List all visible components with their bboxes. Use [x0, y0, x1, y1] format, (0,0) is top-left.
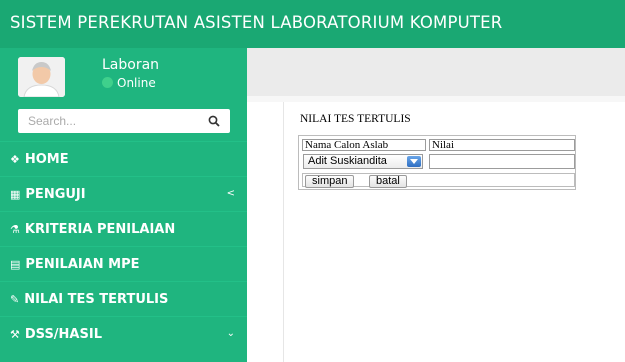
column-header-name: Nama Calon Aslab — [302, 139, 426, 151]
sidebar-item-penilaian-mpe[interactable]: ▤ PENILAIAN MPE — [0, 246, 247, 281]
chevron-left-icon: < — [226, 188, 235, 199]
save-button[interactable]: simpan — [305, 175, 355, 188]
sidebar-item-home[interactable]: ❖ HOME — [0, 141, 247, 176]
edit-icon: ✎ — [10, 292, 20, 306]
sidebar-item-nilai-tes-tertulis[interactable]: ✎ NILAI TES TERTULIS — [0, 281, 247, 316]
user-name: Laboran — [102, 57, 160, 73]
dashboard-icon: ❖ — [10, 152, 20, 166]
form-actions: simpan batal — [302, 173, 575, 188]
sidebar-item-label: PENGUJI — [25, 186, 86, 202]
flask-icon: ⚗ — [10, 222, 20, 236]
candidate-select-value: Adit Suskiandita — [308, 155, 387, 167]
sidebar-item-label: KRITERIA PENILAIAN — [24, 221, 176, 237]
column-header-value: Nilai — [429, 139, 575, 151]
app-header: SISTEM PEREKRUTAN ASISTEN LABORATORIUM K… — [0, 0, 625, 48]
content-header — [247, 48, 625, 96]
online-status-icon — [102, 77, 113, 88]
search-button[interactable] — [198, 109, 230, 133]
sidebar-item-label: PENILAIAN MPE — [25, 256, 140, 272]
chevron-down-icon — [407, 156, 421, 167]
sidebar-item-kriteria-penilaian[interactable]: ⚗ KRITERIA PENILAIAN — [0, 211, 247, 246]
wrench-icon: ⚒ — [10, 327, 20, 341]
table-icon: ▦ — [10, 187, 21, 201]
sidebar-item-penguji[interactable]: ▦ PENGUJI < — [0, 176, 247, 211]
sidebar-item-dss-hasil[interactable]: ⚒ DSS/HASIL ⌄ — [0, 316, 247, 351]
search-icon — [208, 115, 220, 127]
score-form: Nama Calon Aslab Nilai Adit Suskiandita … — [298, 135, 576, 190]
cancel-button[interactable]: batal — [369, 175, 407, 188]
search-input[interactable] — [18, 109, 198, 133]
grid-icon: ▤ — [10, 257, 21, 271]
sidebar-item-label: DSS/HASIL — [24, 326, 102, 342]
candidate-select[interactable]: Adit Suskiandita — [303, 154, 423, 169]
nilai-input[interactable] — [429, 154, 575, 169]
sidebar-item-label: HOME — [24, 151, 69, 167]
sidebar-search — [18, 109, 230, 133]
sidebar-menu: ❖ HOME ▦ PENGUJI < ⚗ KRITERIA PENILAIAN … — [0, 141, 247, 351]
user-status: Online — [102, 76, 156, 90]
page-title: NILAI TES TERTULIS — [300, 113, 411, 125]
sidebar: Laboran Online ❖ HOME ▦ PENGUJI < ⚗ KRIT… — [0, 48, 247, 362]
app-title: SISTEM PEREKRUTAN ASISTEN LABORATORIUM K… — [10, 13, 503, 32]
chevron-down-icon: ⌄ — [226, 328, 235, 339]
content-panel: NILAI TES TERTULIS Nama Calon Aslab Nila… — [283, 102, 625, 362]
user-panel: Laboran Online — [0, 48, 247, 102]
sidebar-item-label: NILAI TES TERTULIS — [24, 291, 169, 307]
user-status-label: Online — [117, 76, 156, 90]
avatar — [18, 57, 65, 97]
